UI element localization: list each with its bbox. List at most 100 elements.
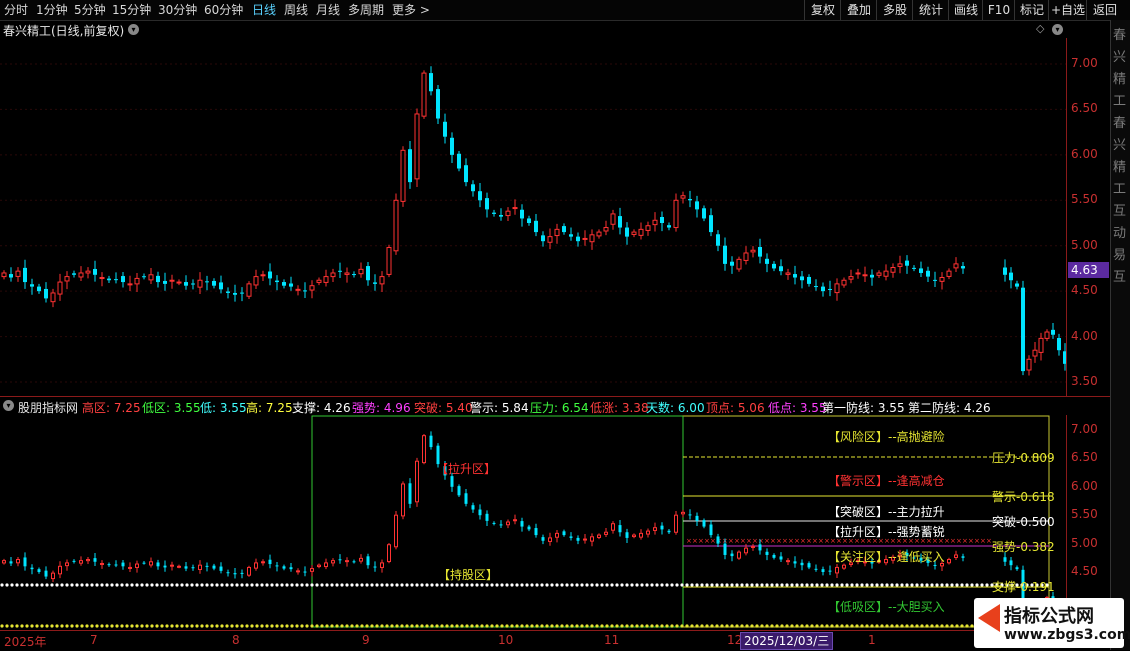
- bottom-dot: [45, 624, 49, 628]
- support-dot: [605, 583, 609, 587]
- fuquan-button[interactable]: 复权: [804, 0, 841, 20]
- period-tab-multi[interactable]: 多周期: [348, 2, 384, 18]
- bottom-dot: [795, 624, 799, 628]
- candle-body: [750, 249, 756, 253]
- bottom-dot: [670, 624, 674, 628]
- candle-body: [226, 572, 230, 574]
- candle-body: [44, 570, 48, 577]
- support-dot: [790, 583, 794, 587]
- cross-marker: ×: [758, 537, 764, 545]
- bottom-dot: [240, 624, 244, 628]
- support-dot: [405, 583, 409, 587]
- candle-body: [114, 564, 118, 566]
- support-dot: [810, 583, 814, 587]
- period-tab-fenshi[interactable]: 分时: [4, 2, 28, 18]
- candle-body: [841, 279, 847, 286]
- candle-body: [471, 505, 475, 510]
- candle-body: [57, 281, 63, 295]
- bottom-dot: [610, 624, 614, 628]
- support-dot: [185, 583, 189, 587]
- cross-marker: ×: [962, 537, 968, 545]
- candle-body: [562, 226, 566, 233]
- candle-body: [323, 276, 329, 283]
- support-dot: [60, 583, 64, 587]
- candle-body: [107, 564, 111, 566]
- period-tab-30min[interactable]: 30分钟: [158, 2, 197, 18]
- support-dot: [450, 583, 454, 587]
- add-favorite-button[interactable]: +自选: [1048, 0, 1087, 20]
- bottom-dot: [105, 624, 109, 628]
- bottom-dot: [25, 624, 29, 628]
- candle-body: [716, 536, 720, 544]
- zone-label-lasheng: 【拉升区】: [436, 462, 497, 476]
- chevron-down-icon[interactable]: ▾: [3, 400, 14, 411]
- indicator-name[interactable]: 股朋指标网: [18, 399, 78, 416]
- candle-body: [576, 537, 580, 541]
- candle-body: [848, 276, 854, 280]
- period-tab-weekly[interactable]: 周线: [284, 2, 308, 18]
- bottom-dot: [230, 624, 234, 628]
- bottom-dot: [335, 624, 339, 628]
- diamond-icon[interactable]: ◇: [1036, 22, 1044, 35]
- bottom-dot: [505, 624, 509, 628]
- indicator-tick-label: 6.00: [1071, 478, 1098, 493]
- indicator-value: 第一防线: 3.55: [822, 401, 905, 415]
- support-dot: [780, 583, 784, 587]
- period-tab-1min[interactable]: 1分钟: [36, 2, 68, 18]
- multi-stock-button[interactable]: 多股: [876, 0, 913, 20]
- chevron-down-icon[interactable]: ▾: [1052, 24, 1063, 35]
- support-dot: [115, 583, 119, 587]
- bottom-dot: [160, 624, 164, 628]
- candle-body: [282, 282, 286, 286]
- chevron-down-icon[interactable]: ▾: [128, 24, 139, 35]
- bottom-dot: [360, 624, 364, 628]
- period-tab-daily[interactable]: 日线: [252, 2, 276, 18]
- support-dot: [910, 583, 914, 587]
- cross-marker: ×: [950, 537, 956, 545]
- back-button[interactable]: 返回: [1086, 0, 1123, 20]
- period-tab-more[interactable]: 更多 >: [392, 2, 430, 18]
- price-tick-label: 5.00: [1071, 237, 1098, 252]
- period-tab-60min[interactable]: 60分钟: [204, 2, 243, 18]
- bottom-dot: [180, 624, 184, 628]
- period-tab-monthly[interactable]: 月线: [316, 2, 340, 18]
- bottom-dot: [495, 624, 499, 628]
- candle-body: [702, 208, 706, 219]
- mark-button[interactable]: 标记: [1014, 0, 1049, 20]
- support-dot: [105, 583, 109, 587]
- candle-body: [1057, 338, 1061, 351]
- support-dot: [375, 583, 379, 587]
- support-dot: [180, 583, 184, 587]
- candle-body: [821, 286, 825, 292]
- bottom-dot: [735, 624, 739, 628]
- draw-line-button[interactable]: 画线: [948, 0, 983, 20]
- candle-body: [834, 283, 840, 294]
- support-dot: [915, 583, 919, 587]
- candle-body: [632, 534, 636, 538]
- candle-body: [751, 545, 755, 548]
- bottom-dot: [860, 624, 864, 628]
- main-candlestick-chart[interactable]: [0, 38, 1066, 396]
- candle-body: [233, 573, 237, 575]
- cross-marker: ×: [710, 537, 716, 545]
- bottom-dot: [885, 624, 889, 628]
- period-tab-15min[interactable]: 15分钟: [112, 2, 151, 18]
- candle-body: [247, 566, 251, 576]
- candle-body: [786, 560, 790, 563]
- stats-button[interactable]: 统计: [912, 0, 949, 20]
- cross-marker: ×: [704, 537, 710, 545]
- bottom-dot: [75, 624, 79, 628]
- bottom-dot: [755, 624, 759, 628]
- right-info-strip[interactable]: 春兴精工春兴精工互动易互: [1110, 20, 1130, 650]
- bottom-dot: [935, 624, 939, 628]
- period-tab-5min[interactable]: 5分钟: [74, 2, 106, 18]
- candle-body: [275, 280, 279, 283]
- overlay-button[interactable]: 叠加: [840, 0, 877, 20]
- support-dot: [940, 583, 944, 587]
- candle-body: [912, 267, 916, 269]
- candle-body: [352, 274, 356, 276]
- f10-button[interactable]: F10: [982, 0, 1015, 20]
- support-dot: [470, 583, 474, 587]
- bottom-dot: [895, 624, 899, 628]
- bottom-dot: [35, 624, 39, 628]
